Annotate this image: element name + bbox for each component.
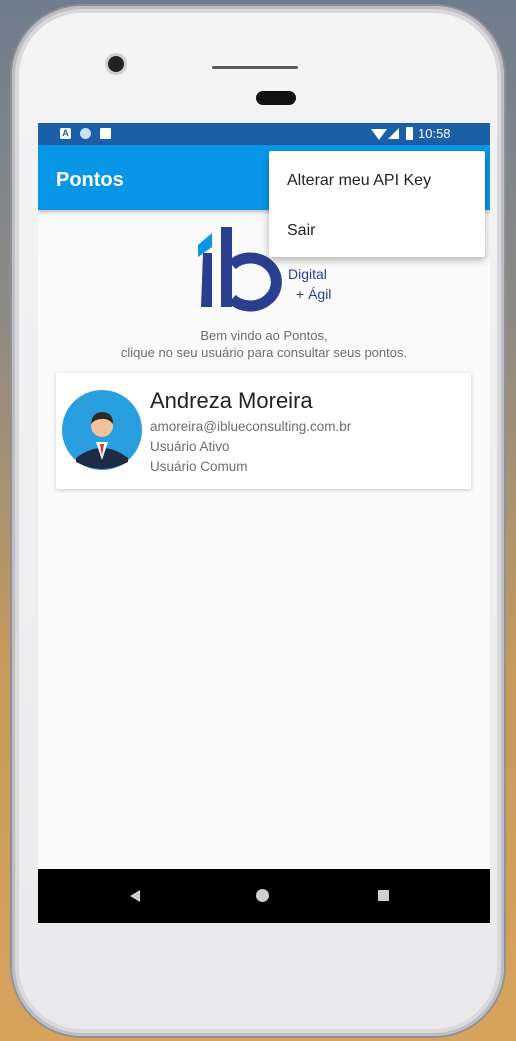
user-card[interactable]: Andreza Moreira amoreira@iblueconsulting… <box>56 373 471 489</box>
earpiece-speaker <box>256 91 296 105</box>
back-icon[interactable] <box>130 890 140 902</box>
circle-notification-icon <box>80 128 91 139</box>
user-name: Andreza Moreira <box>150 388 313 413</box>
logo-b-stem <box>221 227 232 307</box>
wifi-icon <box>371 129 387 140</box>
menu-item-logout[interactable]: Sair <box>287 222 315 240</box>
welcome-line-1: Bem vindo ao Pontos, <box>200 328 328 343</box>
status-time: 10:58 <box>418 126 451 141</box>
user-type: Usuário Comum <box>150 459 248 474</box>
user-email: amoreira@iblueconsulting.com.br <box>150 419 352 434</box>
navigation-bar <box>38 869 490 923</box>
cell-signal-icon <box>388 128 399 139</box>
home-icon[interactable] <box>256 889 269 902</box>
user-status: Usuário Ativo <box>150 439 230 454</box>
user-avatar-icon <box>62 390 142 470</box>
recents-icon[interactable] <box>378 890 389 901</box>
app-title: Pontos <box>56 169 124 191</box>
logo-tagline-digital: Digital <box>288 266 327 282</box>
sd-card-icon <box>100 128 111 139</box>
status-bar: A 10:58 <box>38 123 490 145</box>
menu-item-change-api-key[interactable]: Alterar meu API Key <box>287 172 431 190</box>
logo-i-stem <box>201 253 212 307</box>
notification-a-icon: A <box>60 128 71 139</box>
battery-icon <box>406 127 413 140</box>
welcome-line-2: clique no seu usuário para consultar seu… <box>120 345 408 360</box>
logo-b-bowl <box>228 252 282 312</box>
app-screen: A 10:58 Pontos Alterar meu API Key Sair … <box>38 123 490 923</box>
logo-tagline-agil: + Ágil <box>296 286 331 302</box>
sensor-line <box>212 66 298 69</box>
front-camera <box>108 56 124 72</box>
overflow-menu: Alterar meu API Key Sair <box>269 151 485 257</box>
